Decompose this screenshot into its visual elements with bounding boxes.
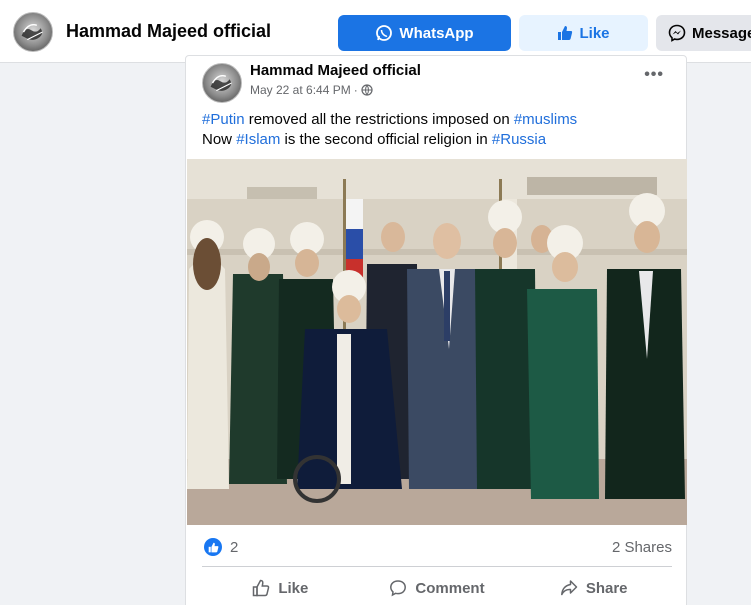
- like-reaction-icon[interactable]: [204, 538, 222, 556]
- hashtag-link[interactable]: #muslims: [514, 111, 577, 128]
- comment-icon: [390, 580, 407, 597]
- whatsapp-label: WhatsApp: [399, 24, 474, 42]
- comment-label: Comment: [415, 579, 485, 597]
- post-meta: May 22 at 6:44 PM ·: [250, 83, 373, 97]
- post-photo[interactable]: [187, 159, 687, 525]
- like-page-button[interactable]: Like: [519, 15, 648, 51]
- reactions-count[interactable]: 2: [230, 539, 238, 556]
- shares-count[interactable]: 2 Shares: [612, 539, 672, 556]
- page-title[interactable]: Hammad Majeed official: [66, 21, 271, 42]
- divider: [202, 566, 672, 567]
- share-button[interactable]: Share: [515, 571, 672, 605]
- thumbs-up-icon: [253, 579, 270, 597]
- hashtag-link[interactable]: #Islam: [236, 131, 280, 148]
- post-timestamp[interactable]: May 22 at 6:44 PM: [250, 83, 351, 97]
- share-label: Share: [585, 579, 628, 597]
- share-icon: [560, 580, 578, 596]
- post-text-line-1: #Putin removed all the restrictions impo…: [202, 110, 577, 130]
- page-avatar[interactable]: [13, 12, 53, 52]
- messenger-icon: [668, 24, 686, 42]
- post-author-name[interactable]: Hammad Majeed official: [250, 62, 421, 79]
- hashtag-link[interactable]: #Putin: [202, 111, 245, 128]
- post-action-bar: Like Comment Share: [202, 571, 672, 605]
- message-label: Message: [692, 24, 751, 42]
- like-post-label: Like: [278, 579, 309, 597]
- post-text-segment: is the second official religion in: [280, 131, 492, 148]
- hashtag-link[interactable]: #Russia: [492, 131, 546, 148]
- like-page-label: Like: [579, 24, 610, 42]
- page-header: Hammad Majeed official WhatsApp Like Mes…: [0, 0, 751, 63]
- meta-separator: ·: [353, 83, 358, 97]
- post-text-line-2: Now #Islam is the second official religi…: [202, 130, 577, 150]
- post-card: Hammad Majeed official May 22 at 6:44 PM…: [185, 55, 687, 605]
- message-button[interactable]: Message: [656, 15, 751, 51]
- thumbs-up-icon: [558, 26, 573, 40]
- post-text-segment: Now: [202, 131, 237, 148]
- comment-button[interactable]: Comment: [359, 571, 516, 605]
- whatsapp-button[interactable]: WhatsApp: [338, 15, 511, 51]
- more-options-icon[interactable]: •••: [644, 66, 664, 84]
- post-text-segment: removed all the restrictions imposed on: [244, 111, 514, 128]
- post-text: #Putin removed all the restrictions impo…: [202, 110, 577, 150]
- post-author-avatar[interactable]: [202, 63, 242, 103]
- globe-icon: [361, 84, 373, 96]
- post-stats: 2 2 Shares: [202, 537, 672, 559]
- like-post-button[interactable]: Like: [202, 571, 359, 605]
- whatsapp-icon: [376, 25, 393, 41]
